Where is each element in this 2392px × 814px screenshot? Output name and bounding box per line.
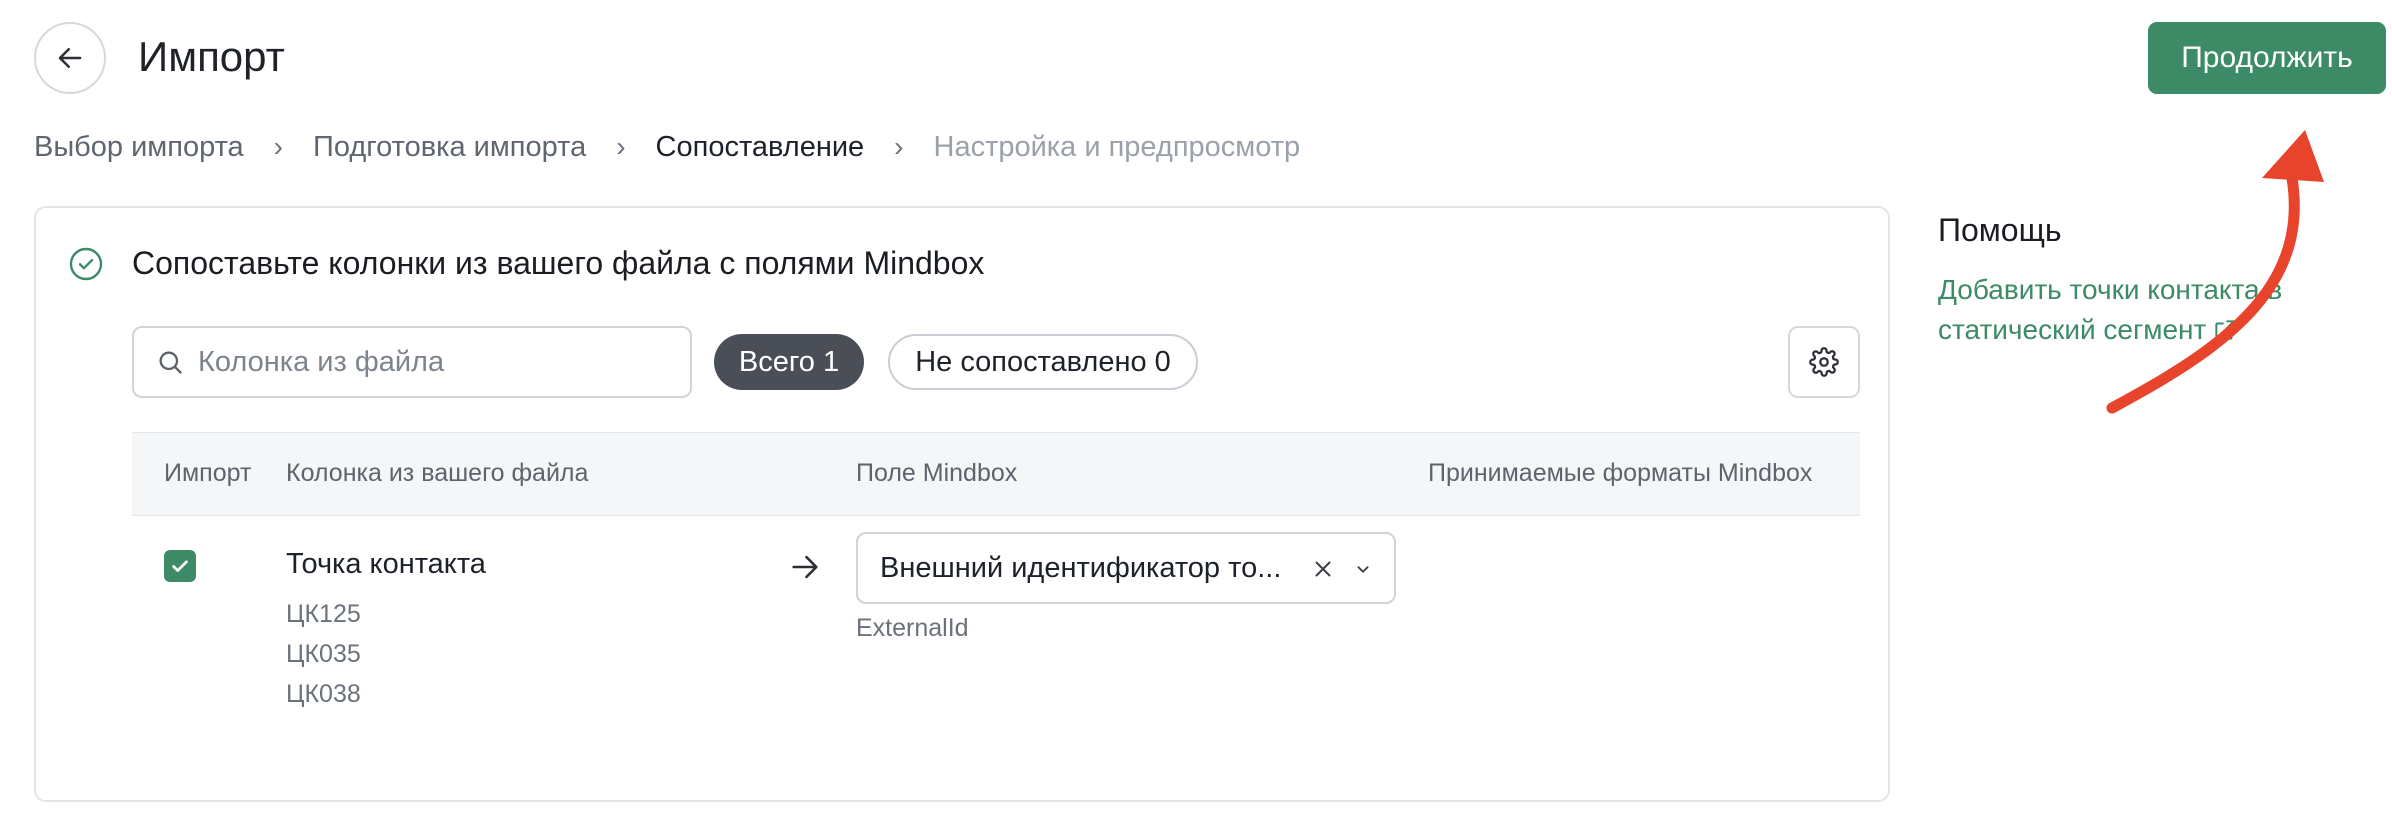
page-title: Импорт [138, 33, 285, 80]
search-input[interactable]: Колонка из файла [132, 326, 692, 398]
chevron-down-icon[interactable] [1352, 558, 1374, 580]
filter-all-chip[interactable]: Всего 1 [714, 334, 864, 390]
mindbox-field-system-name: ExternalId [856, 614, 969, 642]
breadcrumb-step-prepare-import[interactable]: Подготовка импорта [313, 131, 586, 164]
close-icon[interactable] [1310, 556, 1336, 582]
settings-button[interactable] [1788, 326, 1860, 398]
breadcrumb: Выбор импорта › Подготовка импорта › Соп… [34, 126, 1300, 168]
arrow-left-icon [58, 48, 82, 68]
gear-icon [1809, 347, 1839, 377]
table-header: Импорт Колонка из вашего файла Поле Mind… [132, 432, 1860, 516]
chevron-right-icon: › [894, 131, 904, 162]
column-header-file-column: Колонка из вашего файла [286, 459, 589, 487]
chevron-right-icon: › [616, 131, 626, 162]
search-icon [159, 351, 182, 374]
column-header-formats: Принимаемые форматы Mindbox [1428, 459, 1813, 487]
sample-value: ЦК035 [286, 640, 361, 668]
arrow-right-icon [792, 555, 818, 579]
check-circle-icon [69, 247, 103, 281]
mapping-card: Сопоставьте колонки из вашего файла с по… [34, 206, 1890, 802]
back-button[interactable] [34, 22, 106, 94]
help-title: Помощь [1938, 212, 2062, 248]
breadcrumb-step-mapping: Сопоставление [655, 130, 865, 163]
column-header-mindbox-field: Поле Mindbox [856, 459, 1018, 487]
curved-arrow-icon [2106, 130, 2324, 414]
mapping-title: Сопоставьте колонки из вашего файла с по… [132, 245, 985, 281]
check-icon [172, 560, 188, 572]
mindbox-field-value: Внешний идентификатор то... [880, 551, 1282, 584]
chevron-right-icon: › [273, 131, 283, 162]
mindbox-field-select[interactable]: Внешний идентификатор то... [856, 532, 1396, 604]
filter-unmatched-chip[interactable]: Не сопоставлено 0 [888, 334, 1198, 390]
breadcrumb-step-settings-preview: Настройка и предпросмотр [933, 130, 1301, 163]
sample-value: ЦК038 [286, 680, 361, 708]
file-column-name: Точка контакта [286, 548, 486, 580]
sample-value: ЦК125 [286, 600, 361, 628]
search-placeholder: Колонка из файла [198, 345, 445, 378]
column-header-import: Импорт [164, 459, 252, 487]
continue-button[interactable]: Продолжить [2148, 22, 2386, 94]
breadcrumb-step-choose-import[interactable]: Выбор импорта [34, 131, 244, 164]
import-checkbox[interactable] [164, 550, 196, 582]
